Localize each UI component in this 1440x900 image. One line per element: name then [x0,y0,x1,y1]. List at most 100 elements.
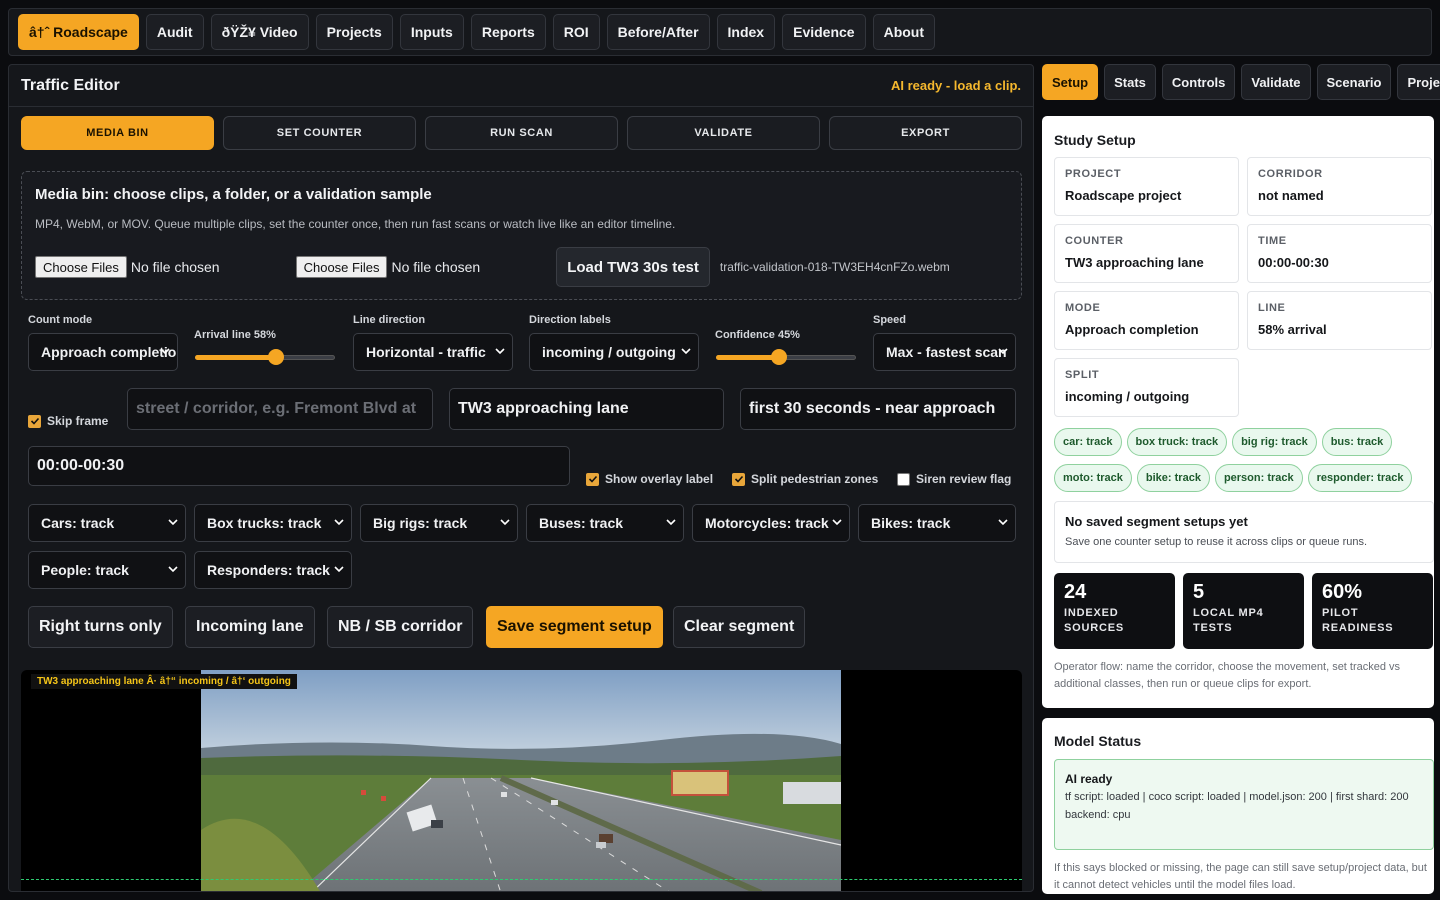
confidence-slider[interactable] [716,349,856,365]
nav-audit[interactable]: Audit [145,14,204,50]
choose-files-button[interactable]: Choose Files [35,256,127,278]
field-line: LINE 58% arrival [1247,291,1432,350]
loaded-filename: traffic-validation-018-TW3EH4cnFZo.webm [719,260,950,274]
slider-thumb[interactable] [771,349,787,365]
load-test-button[interactable]: Load TW3 30s test [556,247,710,287]
right-turns-button[interactable]: Right turns only [28,606,173,648]
nav-inputs[interactable]: Inputs [399,14,464,50]
chip-responder[interactable]: responder: track [1307,464,1413,492]
line-direction-select[interactable]: Horizontal - traffic [353,333,513,371]
nav-before-after[interactable]: Before/After [606,14,710,50]
nav-roadscape[interactable]: â†ˆ Roadscape [18,14,139,50]
clear-segment-button[interactable]: Clear segment [673,606,806,648]
class-select-value: Bikes: track [871,515,951,531]
tab-media-bin[interactable]: MEDIA BIN [21,116,214,150]
nav-projects[interactable]: Projects [315,14,393,50]
saved-segments-desc: Save one counter setup to reuse it acros… [1065,536,1368,548]
field-value: TW3 approaching lane [1065,255,1204,270]
class-select-box-trucks[interactable]: Box trucks: track [194,504,352,542]
chip-moto[interactable]: moto: track [1054,464,1132,492]
direction-labels-select[interactable]: incoming / outgoing [529,333,699,371]
nav-roi[interactable]: ROI [552,14,600,50]
tab-controls[interactable]: Controls [1161,64,1236,100]
model-status-note: If this says blocked or missing, the pag… [1054,862,1427,891]
speed-select[interactable]: Max - fastest scan [873,333,1016,371]
stat-label-line: INDEXED [1064,607,1119,619]
model-status-box: AI ready tf script: loaded | coco script… [1054,759,1434,850]
editor-title: Traffic Editor [21,76,120,94]
segment-note-input[interactable]: first 30 seconds - near approach [740,388,1016,430]
choose-folder-button[interactable]: Choose Files [295,256,388,278]
chip-person[interactable]: person: track [1214,464,1303,492]
editor-header: Traffic Editor AI ready - load a clip. [9,65,1033,107]
field-time: TIME 00:00-00:30 [1247,224,1432,283]
tab-setup[interactable]: Setup [1042,64,1099,100]
tab-projects[interactable]: Projects [1397,64,1440,100]
chip-bus[interactable]: bus: track [1321,428,1393,456]
class-select-motorcycles[interactable]: Motorcycles: track [692,504,850,542]
nav-index[interactable]: Index [716,14,776,50]
model-status-title: Model Status [1054,733,1142,749]
counter-name-input[interactable]: TW3 approaching lane [449,388,724,430]
chevron-down-icon [666,519,676,526]
field-value: 00:00-00:30 [1258,255,1329,270]
field-key: TIME [1258,235,1287,247]
stat-indexed-sources: 24 INDEXED SOURCES [1054,573,1175,649]
class-select-cars[interactable]: Cars: track [28,504,186,542]
show-overlay-checkbox[interactable]: Show overlay label [586,472,713,486]
nav-evidence[interactable]: Evidence [782,14,866,50]
media-bin-title: Media bin: choose clips, a folder, or a … [35,186,432,203]
slider-thumb[interactable] [268,349,285,365]
count-mode-select[interactable]: Approach completion [28,333,178,371]
class-chips: car: track box truck: track big rig: tra… [1054,428,1434,492]
tab-export[interactable]: EXPORT [829,116,1022,150]
street-corridor-input[interactable]: street / corridor, e.g. Fremont Blvd at [127,388,433,430]
chip-bike[interactable]: bike: track [1136,464,1210,492]
class-select-bikes[interactable]: Bikes: track [858,504,1016,542]
class-select-big-rigs[interactable]: Big rigs: track [360,504,518,542]
incoming-lane-button[interactable]: Incoming lane [185,606,315,648]
stat-label: PILOT READINESS [1322,606,1423,636]
count-mode-label: Count mode [28,314,93,326]
traffic-editor-panel: Traffic Editor AI ready - load a clip. M… [8,64,1034,892]
field-value: not named [1258,188,1324,203]
tab-scenario[interactable]: Scenario [1316,64,1392,100]
class-select-value: Cars: track [41,515,115,531]
chip-car[interactable]: car: track [1054,428,1122,456]
save-segment-button[interactable]: Save segment setup [486,606,663,648]
nav-about[interactable]: About [872,14,936,50]
class-select-responders[interactable]: Responders: track [194,551,352,589]
field-split: SPLIT incoming / outgoing [1054,358,1239,417]
ai-status: AI ready - load a clip. [890,78,1021,93]
tab-stats[interactable]: Stats [1104,64,1156,100]
time-range-input[interactable]: 00:00-00:30 [28,446,570,486]
arrival-line-slider[interactable] [195,349,335,365]
video-preview[interactable]: TW3 approaching lane Â· â†“ incoming / â… [21,670,1022,891]
nav-reports[interactable]: Reports [470,14,546,50]
class-select-value: Motorcycles: track [705,515,829,531]
class-select-buses[interactable]: Buses: track [526,504,684,542]
field-key: LINE [1258,302,1286,314]
tab-set-counter[interactable]: SET COUNTER [223,116,416,150]
siren-review-checkbox[interactable]: Siren review flag [897,472,1011,486]
operator-flow-note: Operator flow: name the corridor, choose… [1054,661,1401,690]
checkbox-checked-icon [586,472,599,486]
class-select-value: Big rigs: track [373,515,468,531]
top-navigation: â†ˆ Roadscape Audit ðŸŽ¥ Video Projects … [8,8,1432,56]
tab-validate[interactable]: Validate [1241,64,1311,100]
corridor-button[interactable]: NB / SB corridor [327,606,474,648]
line-direction-label: Line direction [353,314,426,326]
field-corridor: CORRIDOR not named [1247,157,1432,216]
chip-box-truck[interactable]: box truck: track [1126,428,1228,456]
tab-run-scan[interactable]: RUN SCAN [425,116,618,150]
split-pedestrian-checkbox[interactable]: Split pedestrian zones [732,472,878,486]
speed-label: Speed [873,314,907,326]
nav-video[interactable]: ðŸŽ¥ Video [210,14,309,50]
class-select-people[interactable]: People: track [28,551,186,589]
count-mode-value: Approach completion [41,344,178,360]
skip-frame-checkbox[interactable]: Skip frame [28,414,108,428]
tab-validate[interactable]: VALIDATE [627,116,820,150]
stat-local-tests: 5 LOCAL MP4 TESTS [1183,573,1304,649]
chip-big-rig[interactable]: big rig: track [1232,428,1317,456]
stat-tiles: 24 INDEXED SOURCES 5 LOCAL MP4 TESTS 60% P… [1054,573,1433,649]
